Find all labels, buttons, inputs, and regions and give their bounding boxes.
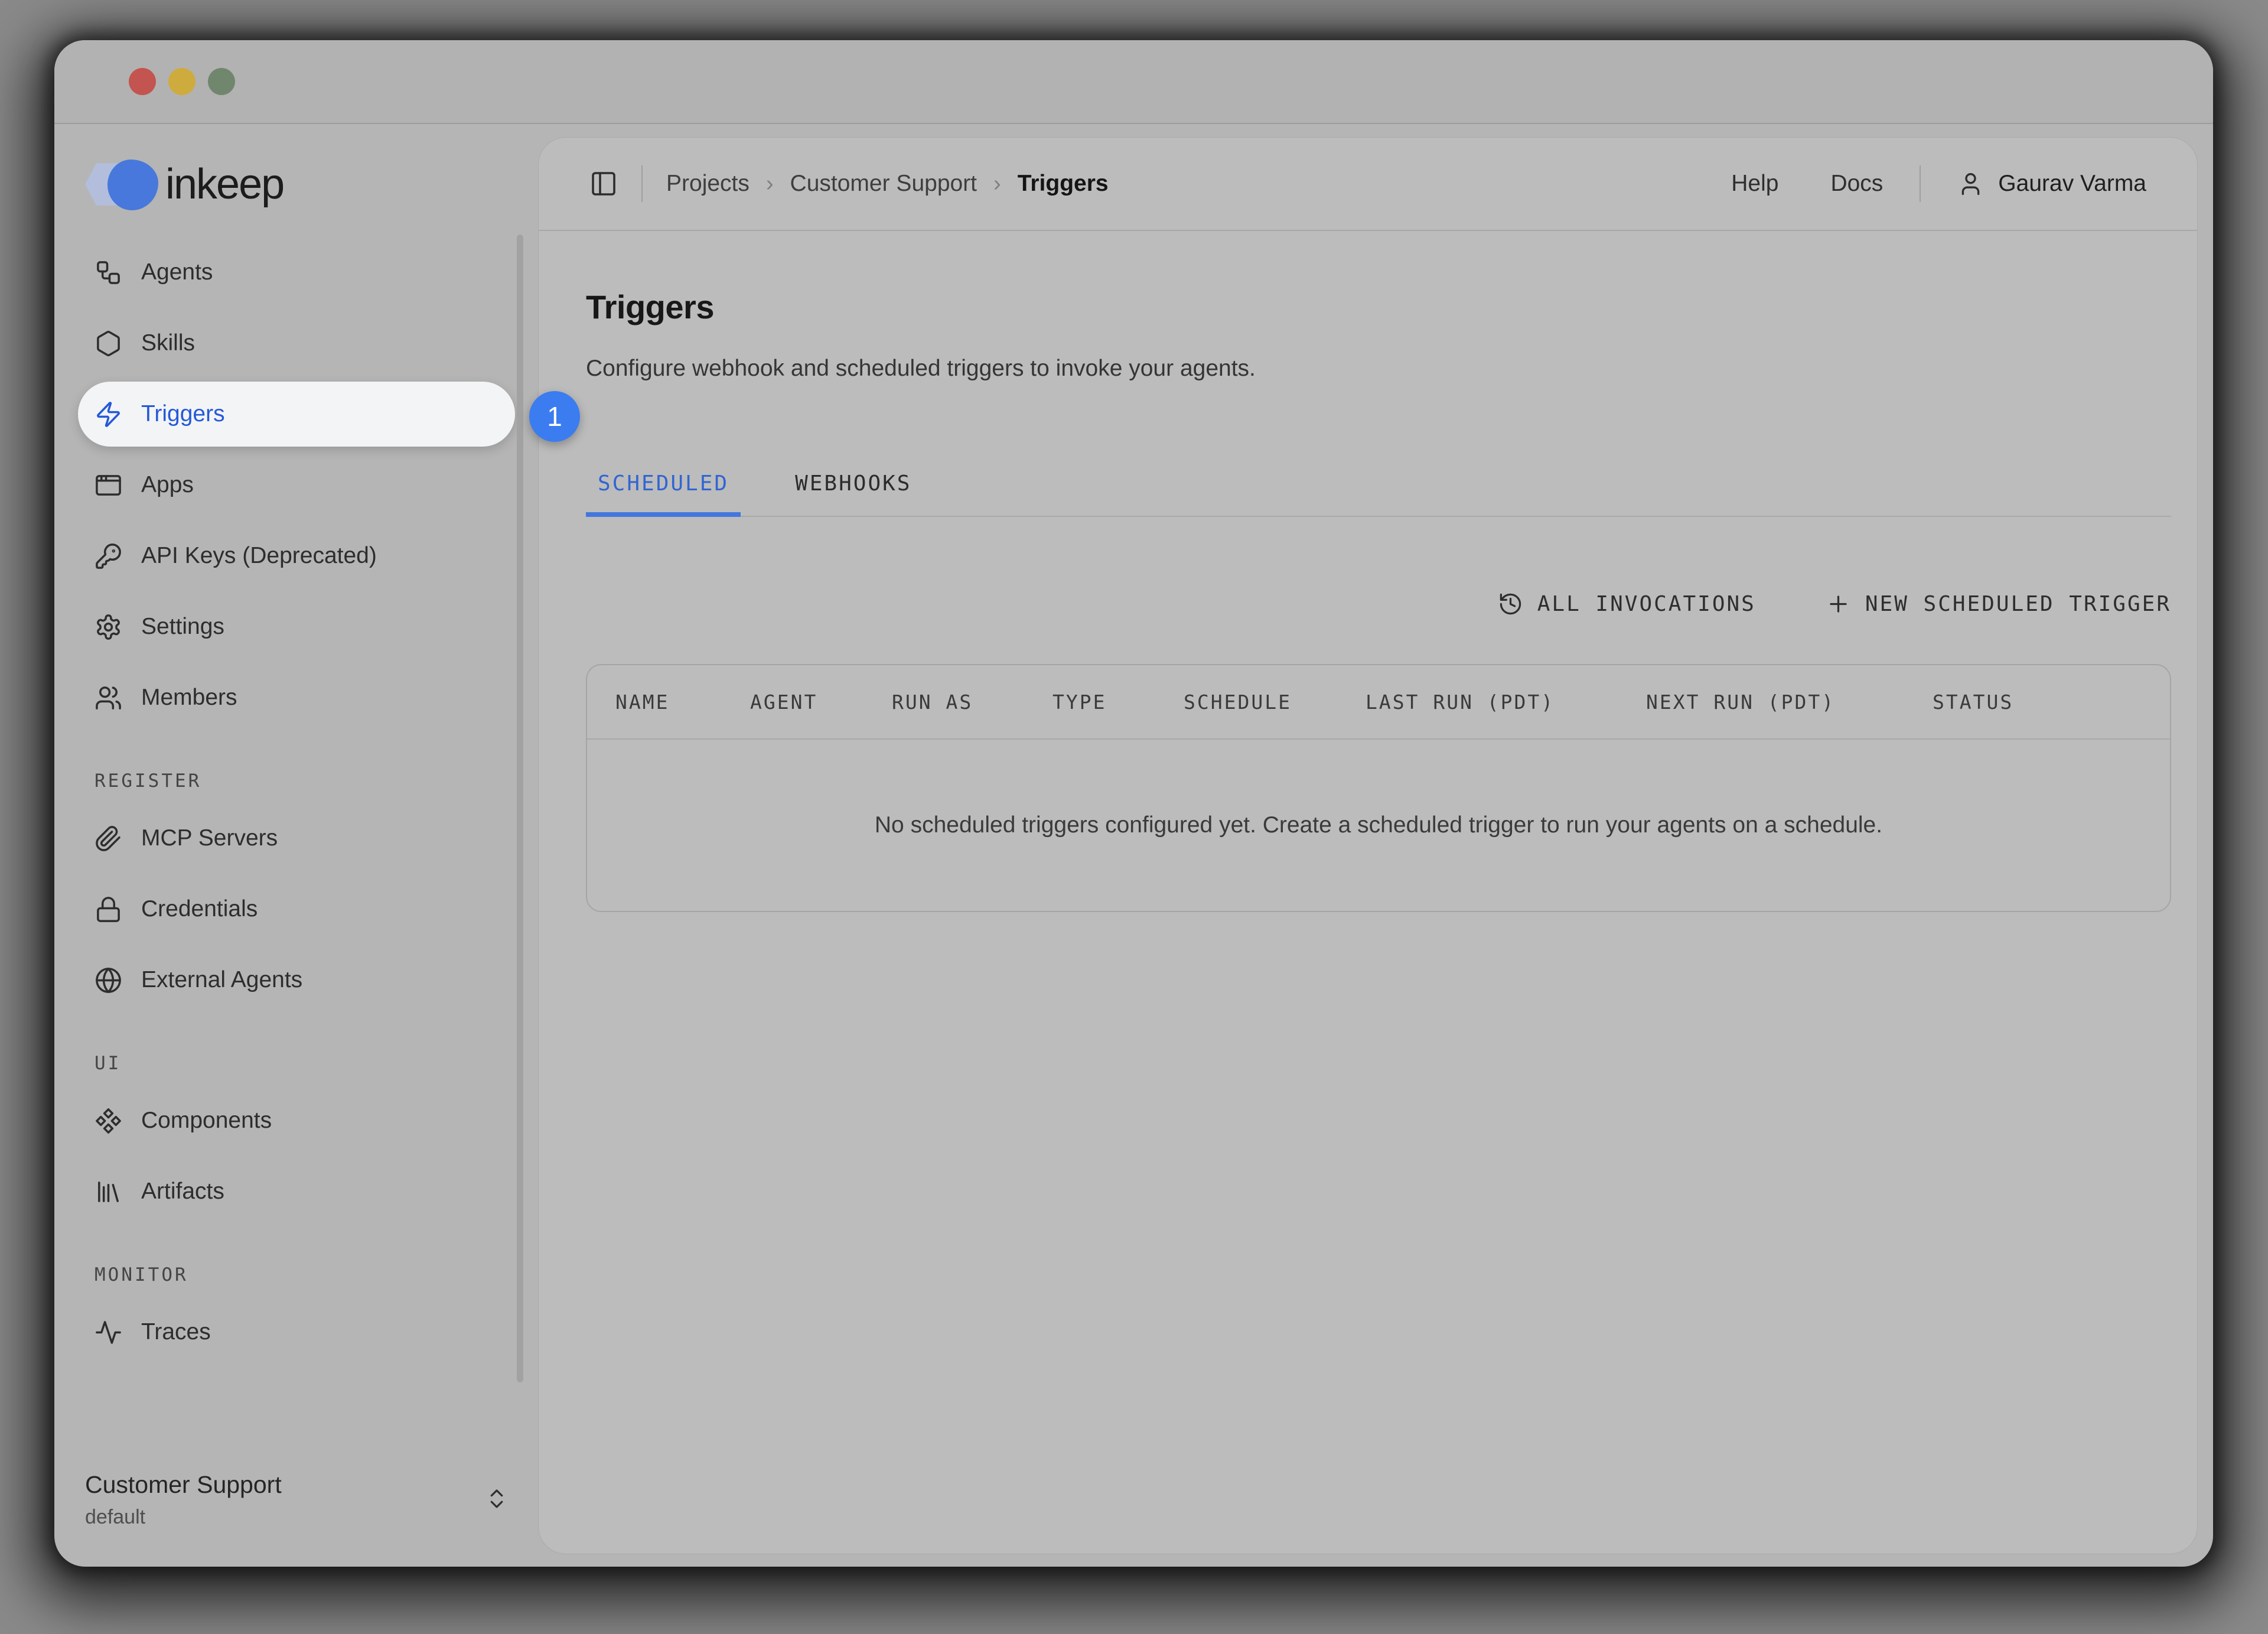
sidebar-item-triggers[interactable]: Triggers xyxy=(78,382,515,447)
content-header: Projects › Customer Support › Triggers H… xyxy=(539,138,2197,231)
sidebar-item-components[interactable]: Components xyxy=(78,1088,515,1153)
workflow-icon xyxy=(94,259,122,287)
paperclip-icon xyxy=(94,825,122,852)
sidebar-item-mcp-servers[interactable]: MCP Servers xyxy=(78,806,515,871)
table-header-row: NAME AGENT RUN AS TYPE SCHEDULE LAST RUN… xyxy=(587,665,2170,740)
column-header-name: NAME xyxy=(615,691,750,714)
project-switcher[interactable]: Customer Support default xyxy=(54,1471,539,1567)
tab-bar: SCHEDULED WEBHOOKS xyxy=(586,471,2171,517)
user-icon xyxy=(1957,171,1984,197)
sidebar: inkeep Agents Skills Triggers Apps xyxy=(54,124,539,1567)
history-icon xyxy=(1498,591,1523,617)
minimize-window-button[interactable] xyxy=(168,68,195,95)
sidebar-item-label: Settings xyxy=(141,614,224,640)
library-icon xyxy=(94,1178,122,1206)
sidebar-toggle-button[interactable] xyxy=(589,170,618,198)
column-header-type: TYPE xyxy=(1052,691,1184,714)
sidebar-item-label: API Keys (Deprecated) xyxy=(141,543,377,569)
lock-icon xyxy=(94,896,122,923)
user-menu[interactable]: Gaurav Varma xyxy=(1957,171,2146,197)
plus-icon xyxy=(1826,591,1851,617)
zoom-window-button[interactable] xyxy=(208,68,235,95)
hexagon-icon xyxy=(94,330,122,357)
sidebar-item-label: MCP Servers xyxy=(141,825,278,851)
panel-left-icon xyxy=(589,170,618,198)
header-divider xyxy=(641,165,643,202)
breadcrumb-current: Triggers xyxy=(1018,171,1109,197)
user-name: Gaurav Varma xyxy=(1998,171,2146,197)
inkeep-logo-mark-icon xyxy=(85,155,165,214)
help-link[interactable]: Help xyxy=(1731,171,1778,197)
titlebar xyxy=(54,40,2213,124)
key-icon xyxy=(94,542,122,570)
zap-icon xyxy=(94,401,122,428)
sidebar-item-agents[interactable]: Agents xyxy=(78,240,515,305)
sidebar-section-register: REGISTER xyxy=(94,770,498,792)
app-window-icon xyxy=(94,471,122,499)
component-icon xyxy=(94,1107,122,1135)
sidebar-item-label: Credentials xyxy=(141,896,258,922)
table-actions: ALL INVOCATIONS NEW SCHEDULED TRIGGER xyxy=(586,591,2171,617)
column-header-last-run: LAST RUN (PDT) xyxy=(1366,691,1646,714)
page-title: Triggers xyxy=(586,288,2171,326)
all-invocations-button[interactable]: ALL INVOCATIONS xyxy=(1498,591,1756,617)
activity-icon xyxy=(94,1319,122,1346)
chevron-right-icon: › xyxy=(766,171,774,197)
sidebar-item-label: External Agents xyxy=(141,967,302,993)
sidebar-section-ui: UI xyxy=(94,1053,498,1074)
graph-name: default xyxy=(85,1506,282,1529)
annotation-step-badge: 1 xyxy=(529,391,580,442)
sidebar-nav: Agents Skills Triggers Apps API Keys (De xyxy=(54,240,539,1371)
sidebar-item-api-keys[interactable]: API Keys (Deprecated) xyxy=(78,523,515,588)
scheduled-triggers-table: NAME AGENT RUN AS TYPE SCHEDULE LAST RUN… xyxy=(586,664,2171,912)
button-label: NEW SCHEDULED TRIGGER xyxy=(1865,592,2171,616)
inkeep-logo[interactable]: inkeep xyxy=(85,155,513,214)
breadcrumb-projects[interactable]: Projects xyxy=(666,171,750,197)
button-label: ALL INVOCATIONS xyxy=(1537,592,1756,616)
app-window: inkeep Agents Skills Triggers Apps xyxy=(54,40,2213,1567)
chevron-right-icon: › xyxy=(993,171,1001,197)
sidebar-item-apps[interactable]: Apps xyxy=(78,453,515,517)
sidebar-item-label: Apps xyxy=(141,472,194,498)
project-name: Customer Support xyxy=(85,1471,282,1499)
close-window-button[interactable] xyxy=(129,68,156,95)
docs-link[interactable]: Docs xyxy=(1830,171,1883,197)
column-header-run-as: RUN AS xyxy=(892,691,1052,714)
sidebar-item-label: Artifacts xyxy=(141,1179,224,1205)
column-header-status: STATUS xyxy=(1933,691,2170,714)
sidebar-item-label: Skills xyxy=(141,330,195,356)
empty-state-message: No scheduled triggers configured yet. Cr… xyxy=(587,740,2170,911)
sidebar-section-monitor: MONITOR xyxy=(94,1264,498,1285)
sidebar-item-label: Components xyxy=(141,1108,272,1134)
breadcrumb: Projects › Customer Support › Triggers xyxy=(666,171,1109,197)
sidebar-item-label: Traces xyxy=(141,1319,211,1345)
sidebar-item-credentials[interactable]: Credentials xyxy=(78,877,515,942)
sidebar-item-external-agents[interactable]: External Agents xyxy=(78,948,515,1013)
sidebar-item-label: Members xyxy=(141,685,237,711)
globe-icon xyxy=(94,966,122,994)
page-subtitle: Configure webhook and scheduled triggers… xyxy=(586,356,2171,382)
tab-webhooks[interactable]: WEBHOOKS xyxy=(783,471,923,517)
users-icon xyxy=(94,684,122,712)
column-header-next-run: NEXT RUN (PDT) xyxy=(1646,691,1933,714)
gear-icon xyxy=(94,613,122,641)
column-header-agent: AGENT xyxy=(750,691,892,714)
new-scheduled-trigger-button[interactable]: NEW SCHEDULED TRIGGER xyxy=(1826,591,2171,617)
sidebar-item-artifacts[interactable]: Artifacts xyxy=(78,1159,515,1224)
column-header-schedule: SCHEDULE xyxy=(1184,691,1366,714)
tab-scheduled[interactable]: SCHEDULED xyxy=(586,471,741,517)
header-divider xyxy=(1920,165,1921,202)
content-card: Projects › Customer Support › Triggers H… xyxy=(539,138,2197,1554)
sidebar-item-members[interactable]: Members xyxy=(78,665,515,730)
sidebar-item-label: Agents xyxy=(141,259,213,285)
sidebar-item-label: Triggers xyxy=(141,401,225,427)
sidebar-scrollbar[interactable] xyxy=(517,235,523,1382)
breadcrumb-project[interactable]: Customer Support xyxy=(790,171,977,197)
sidebar-item-settings[interactable]: Settings xyxy=(78,594,515,659)
sidebar-item-skills[interactable]: Skills xyxy=(78,311,515,376)
chevrons-up-down-icon xyxy=(484,1486,509,1514)
sidebar-item-traces[interactable]: Traces xyxy=(78,1300,515,1365)
inkeep-logo-text: inkeep xyxy=(165,160,284,209)
